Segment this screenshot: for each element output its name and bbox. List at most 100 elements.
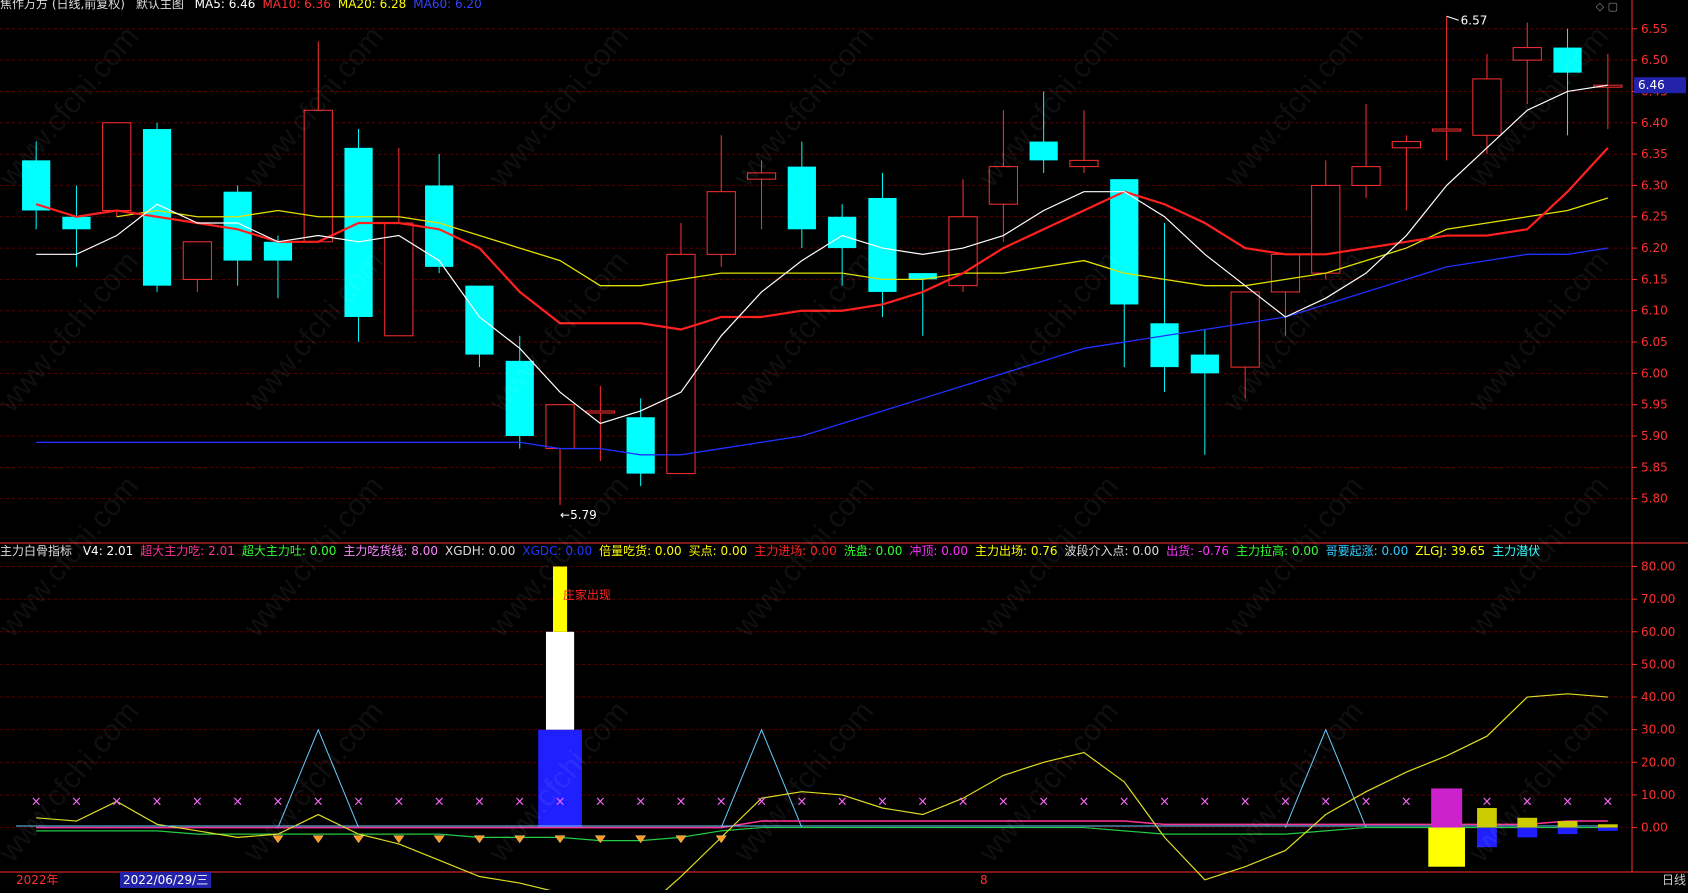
pink-x-marker: × (958, 794, 969, 809)
tail-bar-neg (1428, 827, 1465, 867)
candle-body-down (344, 147, 373, 317)
ind-y-tick-label: 10.00 (1641, 788, 1675, 802)
ma-legend-1: MA10: 6.36 (262, 0, 331, 11)
diamond-marker (433, 835, 445, 844)
pink-x-marker: × (71, 794, 82, 809)
y-tick-label: 5.80 (1641, 492, 1668, 506)
y-tick-label: 6.10 (1641, 304, 1668, 318)
template-name[interactable]: 默认主图 (136, 0, 184, 11)
high-annotation: 6.57 (1461, 13, 1488, 27)
indicator-item-1: 超大主力吃: 2.01 (140, 544, 235, 558)
ind-y-tick-label: 70.00 (1641, 592, 1675, 606)
pink-x-marker: × (1240, 794, 1251, 809)
pink-x-marker: × (1401, 794, 1412, 809)
big-bar-segment (538, 729, 582, 828)
candle-body-up (545, 404, 575, 450)
pink-x-marker: × (796, 794, 807, 809)
ma-legend-0: MA5: 6.46 (194, 0, 256, 11)
candle-body-down (22, 160, 51, 211)
pink-x-marker: × (514, 794, 525, 809)
pink-x-marker: × (998, 794, 1009, 809)
candle-body-down (465, 285, 494, 355)
pink-x-marker: × (877, 794, 888, 809)
candle-body-up (706, 191, 736, 255)
pink-x-marker: × (555, 794, 566, 809)
period-label[interactable]: 日线 (1662, 871, 1686, 888)
ind-y-tick-label: 30.00 (1641, 723, 1675, 737)
ind-y-tick-label: 60.00 (1641, 625, 1675, 639)
pink-x-marker: × (1078, 794, 1089, 809)
candle-body-down (142, 129, 172, 286)
pink-x-marker: × (152, 794, 163, 809)
pink-line (36, 820, 1608, 829)
indicator-item-0: V4: 2.01 (82, 544, 134, 558)
pink-x-marker: × (31, 794, 42, 809)
diamond-marker (312, 835, 324, 844)
candle-body-down (263, 241, 293, 261)
pink-x-marker: × (353, 794, 364, 809)
diamond-marker (715, 835, 727, 844)
y-tick-label: 5.85 (1641, 460, 1668, 474)
indicator-header: 主力白骨指标 V4: 2.01 超大主力吃: 2.01 超大主力吐: 0.00 主力吃… (0, 543, 1547, 559)
pink-x-marker: × (393, 794, 404, 809)
ind-y-tick-label: 40.00 (1641, 690, 1675, 704)
candle-body-down (505, 360, 534, 437)
candle-body-up (102, 122, 132, 211)
y-tick-label: 6.05 (1641, 335, 1668, 349)
diamond-marker (393, 835, 405, 844)
indicator-item-12: 波段介入点: 0.00 (1064, 544, 1160, 558)
stock-title: 焦作万方 (日线,前复权) (0, 0, 125, 11)
indicator-item-11: 主力出场: 0.76 (974, 544, 1058, 558)
indicator-item-3: 主力吃货线: 8.00 (343, 544, 438, 558)
diamond-marker (675, 835, 687, 844)
indicator-item-4: XGDH: 0.00 (445, 544, 516, 558)
indicator-item-8: 主力进场: 0.00 (754, 544, 837, 558)
indicator-item-16: ZLGJ: 39.65 (1415, 544, 1486, 558)
indicator-item-17: 主力潜伏 (1492, 544, 1541, 558)
y-tick-label: 6.40 (1641, 116, 1668, 130)
window-controls[interactable]: ◇ ▢ (1596, 0, 1618, 13)
pink-x-marker: × (313, 794, 324, 809)
candle-body-up (303, 109, 333, 243)
cursor-date: 2022/06/29/三 (120, 872, 212, 888)
pink-x-marker: × (1562, 794, 1573, 809)
pink-x-marker: × (1038, 794, 1049, 809)
indicator-item-15: 哥要起涨: 0.00 (1325, 544, 1409, 558)
pink-x-marker: × (434, 794, 445, 809)
ind-y-tick-label: 20.00 (1641, 755, 1675, 769)
candle-body-down (1150, 323, 1179, 368)
candle-body-down (828, 216, 857, 249)
pink-x-marker: × (1361, 794, 1372, 809)
pink-x-marker: × (1199, 794, 1210, 809)
candle-body-up (746, 172, 777, 180)
y-tick-label: 6.50 (1641, 53, 1668, 67)
indicator-name[interactable]: 主力白骨指标 (0, 544, 72, 558)
indicator-item-14: 主力拉高: 0.00 (1236, 544, 1319, 558)
pink-x-marker: × (917, 794, 928, 809)
candle-body-down (1190, 354, 1219, 374)
diamond-marker (554, 835, 566, 844)
chart-svg: 6.556.506.456.406.356.306.256.206.156.10… (0, 0, 1688, 893)
candle-body-down (1553, 47, 1582, 73)
spike-line (277, 728, 360, 828)
y-tick-label: 6.15 (1641, 272, 1668, 286)
y-tick-label: 6.20 (1641, 241, 1668, 255)
candle-body-up (1270, 253, 1301, 293)
candle-body-down (62, 216, 91, 230)
diamond-marker (635, 835, 647, 844)
diamond-marker (594, 835, 606, 844)
pink-x-marker: × (192, 794, 203, 809)
pink-x-marker: × (1522, 794, 1533, 809)
candle-body-up (948, 216, 978, 287)
candle-body-up (182, 241, 212, 280)
low-annotation: ←5.79 (560, 508, 597, 522)
y-tick-label: 5.90 (1641, 429, 1668, 443)
year-label: 2022年 (16, 873, 59, 887)
candle-body-down (787, 166, 816, 230)
dealer-appear-label: 庄家出现 (563, 587, 611, 602)
candle-body-down (1029, 141, 1058, 161)
ind-y-tick-label: 0.00 (1641, 821, 1668, 835)
tail-bar-neg (1597, 827, 1618, 831)
pink-x-marker: × (474, 794, 485, 809)
candle-body-down (626, 417, 655, 474)
